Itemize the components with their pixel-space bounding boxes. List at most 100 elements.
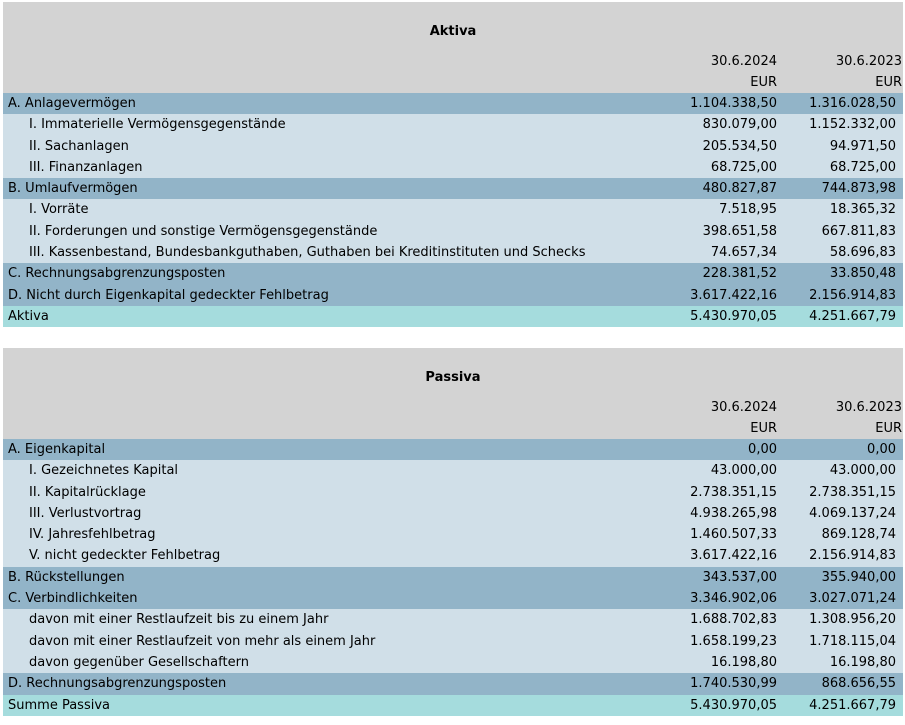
row-label: A. Eigenkapital — [8, 442, 106, 457]
value-2023: 4.251.667,79 — [809, 308, 896, 324]
value-2023: 667.811,83 — [821, 223, 896, 239]
row-label: davon mit einer Restlaufzeit von mehr al… — [29, 633, 376, 649]
value-2023: 355.940,00 — [821, 569, 896, 585]
passiva-table-row: davon gegenüber Gesellschaftern 16.198,80… — [3, 651, 903, 674]
aktiva-header: Aktiva 30.6.2024 30.6.2023 EUR EUR — [3, 2, 903, 93]
value-2023: 4.251.667,79 — [809, 697, 896, 713]
value-2023: 2.738.351,15 — [809, 484, 896, 500]
value-2023: 16.198,80 — [829, 654, 896, 670]
value-2023: 43.000,00 — [829, 463, 896, 479]
value-2024: 480.827,87 — [702, 181, 777, 197]
value-2024: 3.617.422,16 — [690, 548, 777, 564]
passiva-date-row: 30.6.2024 30.6.2023 — [3, 398, 903, 419]
value-2024: 7.518,95 — [719, 202, 777, 218]
passiva-table-row: davon mit einer Restlaufzeit von mehr al… — [3, 630, 903, 652]
row-label: II. Sachanlagen — [29, 138, 129, 154]
value-2023: 2.156.914,83 — [809, 287, 896, 303]
passiva-date-2023: 30.6.2023 — [835, 400, 902, 415]
row-label: Summe Passiva — [8, 697, 110, 713]
aktiva-date-2024: 30.6.2024 — [710, 54, 777, 69]
value-2024: 1.658.199,23 — [690, 633, 777, 649]
row-label: C. Rechnungsabgrenzungsposten — [8, 266, 226, 282]
row-label: B. Umlaufvermögen — [8, 181, 138, 197]
aktiva-title: Aktiva — [429, 24, 477, 39]
row-label: davon mit einer Restlaufzeit bis zu eine… — [29, 612, 329, 628]
row-label: II. Kapitalrücklage — [29, 484, 146, 500]
aktiva-table-row: I. Immaterielle Vermögensgegenstände 830.… — [3, 114, 903, 136]
passiva-title: Passiva — [425, 370, 481, 385]
passiva-header: Passiva 30.6.2024 30.6.2023 EUR EUR — [3, 348, 903, 439]
value-2024: 830.079,00 — [702, 117, 777, 133]
row-label: C. Verbindlichkeiten — [8, 591, 138, 607]
row-label: III. Finanzanlagen — [29, 159, 143, 175]
passiva-table-row: II. Kapitalrücklage 2.738.351,15 2.738.351… — [3, 481, 903, 503]
value-2023: 1.308.956,20 — [809, 612, 896, 628]
passiva-currency-row: EUR EUR — [3, 419, 903, 440]
aktiva-table-row: I. Vorräte 7.518,95 18.365,32 — [3, 199, 903, 221]
value-2023: 68.725,00 — [829, 159, 896, 175]
row-label: V. nicht gedeckter Fehlbetrag — [29, 548, 221, 564]
value-2024: 4.938.265,98 — [690, 505, 777, 521]
value-2024: 1.740.530,99 — [690, 676, 777, 692]
value-2024: 5.430.970,05 — [690, 308, 777, 324]
passiva-table-row: C. Verbindlichkeiten 3.346.902,06 3.027.07… — [3, 588, 903, 610]
aktiva-table-row: B. Umlaufvermögen 480.827,87 744.873,98 — [3, 178, 903, 200]
passiva-table-row: A. Eigenkapital 0,00 0,00 — [3, 439, 903, 461]
passiva-table: Passiva 30.6.2024 30.6.2023 EUR EUR A. E… — [3, 348, 903, 716]
passiva-table-row: davon mit einer Restlaufzeit bis zu eine… — [3, 609, 903, 631]
aktiva-table-row: II. Forderungen und sonstige Vermögensge… — [3, 220, 903, 243]
row-label: III. Verlustvortrag — [29, 505, 142, 521]
aktiva-table-row: II. Sachanlagen 205.534,50 94.971,50 — [3, 135, 903, 157]
value-2024: 3.617.422,16 — [690, 287, 777, 303]
value-2024: 2.738.351,15 — [690, 484, 777, 500]
value-2024: 1.460.507,33 — [690, 527, 777, 543]
aktiva-currency-2024: EUR — [750, 74, 777, 90]
value-2023: 1.152.332,00 — [809, 117, 896, 133]
value-2023: 744.873,98 — [821, 181, 896, 197]
value-2023: 3.027.071,24 — [809, 591, 896, 607]
row-label: III. Kassenbestand, Bundesbankguthaben, … — [29, 245, 586, 261]
passiva-table-row: B. Rückstellungen 343.537,00 355.940,00 — [3, 566, 903, 589]
aktiva-date-2023: 30.6.2023 — [835, 54, 902, 69]
value-2023: 868.656,55 — [821, 676, 896, 692]
value-2023: 1.718.115,04 — [809, 633, 896, 649]
aktiva-table-row: III. Kassenbestand, Bundesbankguthaben, … — [3, 242, 903, 264]
value-2023: 18.365,32 — [829, 202, 896, 218]
value-2024: 228.381,52 — [702, 266, 777, 282]
value-2023: 58.696,83 — [829, 245, 896, 261]
value-2024: 68.725,00 — [710, 159, 777, 175]
row-label: I. Gezeichnetes Kapital — [29, 463, 179, 479]
value-2023: 2.156.914,83 — [809, 548, 896, 564]
value-2024: 43.000,00 — [710, 463, 777, 479]
passiva-date-2024: 30.6.2024 — [710, 400, 777, 415]
passiva-currency-2024: EUR — [750, 420, 777, 436]
value-2024: 1.104.338,50 — [690, 96, 777, 111]
value-2024: 16.198,80 — [710, 654, 777, 670]
aktiva-table-row: D. Nicht durch Eigenkapital gedeckter Fe… — [3, 284, 903, 306]
value-2023: 33.850,48 — [829, 266, 896, 282]
value-2023: 0,00 — [867, 442, 896, 457]
value-2024: 1.688.702,83 — [690, 612, 777, 628]
passiva-table-row: V. nicht gedeckter Fehlbetrag 3.617.422,1… — [3, 545, 903, 567]
row-label: B. Rückstellungen — [8, 569, 125, 585]
aktiva-table-row: Aktiva 5.430.970,05 4.251.667,79 — [3, 305, 903, 328]
row-label: IV. Jahresfehlbetrag — [29, 527, 156, 543]
row-label: I. Immaterielle Vermögensgegenstände — [29, 117, 286, 133]
row-label: II. Forderungen und sonstige Vermögensge… — [29, 223, 378, 239]
aktiva-table: Aktiva 30.6.2024 30.6.2023 EUR EUR A. An… — [3, 2, 903, 328]
aktiva-table-row: C. Rechnungsabgrenzungsposten 228.381,52 3… — [3, 263, 903, 285]
passiva-table-row: III. Verlustvortrag 4.938.265,98 4.069.137… — [3, 502, 903, 525]
value-2023: 4.069.137,24 — [809, 505, 896, 521]
value-2023: 94.971,50 — [829, 138, 896, 154]
value-2024: 74.657,34 — [710, 245, 777, 261]
passiva-table-row: Summe Passiva 5.430.970,05 4.251.667,79 — [3, 694, 903, 716]
aktiva-table-row: A. Anlagevermögen 1.104.338,50 1.316.028,5… — [3, 93, 903, 115]
value-2024: 343.537,00 — [702, 569, 777, 585]
row-label: I. Vorräte — [29, 202, 89, 218]
row-label: davon gegenüber Gesellschaftern — [29, 654, 249, 670]
passiva-currency-2023: EUR — [875, 420, 902, 436]
aktiva-rows: A. Anlagevermögen 1.104.338,50 1.316.028,5… — [3, 93, 903, 328]
row-label: Aktiva — [8, 308, 49, 324]
value-2024: 3.346.902,06 — [690, 591, 777, 607]
value-2024: 398.651,58 — [702, 223, 777, 239]
